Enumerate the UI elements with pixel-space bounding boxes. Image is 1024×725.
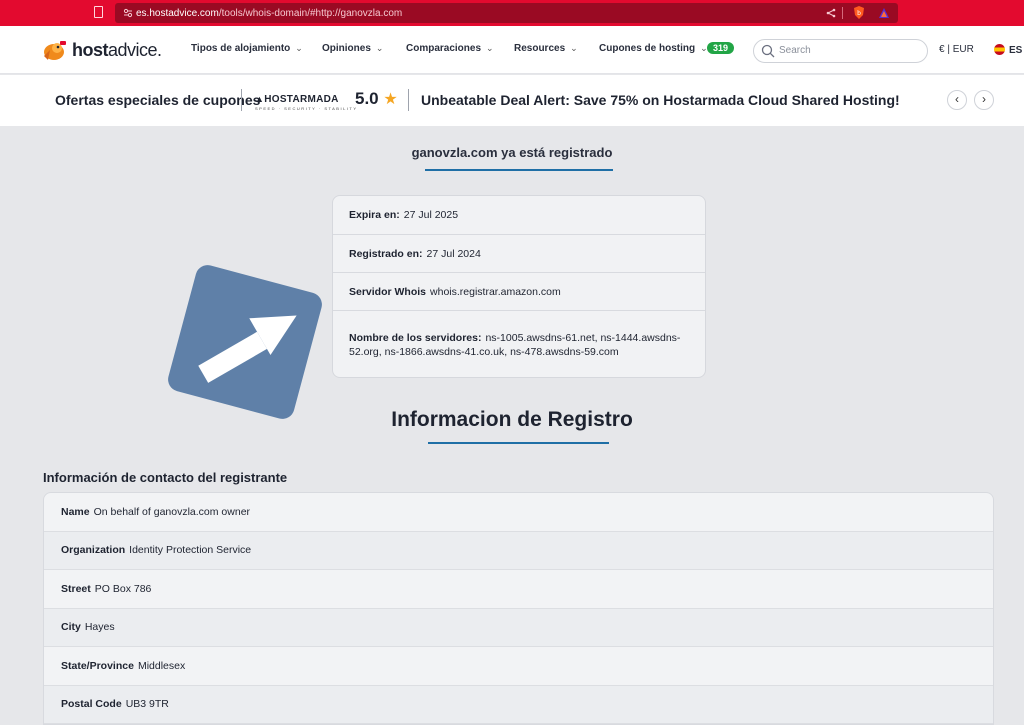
promo-prev-button[interactable]: ‹ xyxy=(947,90,967,110)
table-row: City Hayes xyxy=(44,608,993,647)
share-icon[interactable] xyxy=(826,8,836,18)
chevron-down-icon: ⌄ xyxy=(486,43,494,53)
nav-opiniones[interactable]: Opiniones ⌄ xyxy=(322,43,383,54)
heading-underline xyxy=(428,442,609,444)
promo-next-button[interactable]: › xyxy=(974,90,994,110)
expires-row: Expira en: 27 Jul 2025 xyxy=(333,196,705,235)
chevron-down-icon: ⌄ xyxy=(295,43,303,53)
star-icon: ★ xyxy=(383,91,398,108)
divider xyxy=(408,89,409,111)
whois-server-row: Servidor Whois whois.registrar.amazon.com xyxy=(333,273,705,311)
nav-cupones-hosting[interactable]: Cupones de hosting ⌄ xyxy=(599,43,708,54)
address-bar[interactable]: es.hostadvice.com/tools/whois-domain/#ht… xyxy=(115,3,898,23)
domain-registered-title: ganovzla.com ya está registrado xyxy=(411,145,613,160)
promo-rating: 5.0 ★ xyxy=(355,89,398,108)
title-underline xyxy=(425,169,613,171)
hostarmada-tagline: SPEED · SECURITY · STABILITY xyxy=(255,106,358,111)
logo-text: hostadvice. xyxy=(72,39,162,60)
bookmark-icon[interactable] xyxy=(94,6,103,18)
nameservers-row: Nombre de los servidores: ns-1005.awsdns-… xyxy=(349,331,681,358)
table-row: Street PO Box 786 xyxy=(44,570,993,609)
nav-tipos-alojamiento[interactable]: Tipos de alojamiento ⌄ xyxy=(191,43,303,54)
hostarmada-logo[interactable]: ▲HOSTARMADA SPEED · SECURITY · STABILITY xyxy=(255,94,358,111)
coupons-count-badge: 319 xyxy=(707,42,735,54)
promo-deal-text[interactable]: Unbeatable Deal Alert: Save 75% on Hosta… xyxy=(421,92,900,108)
registrant-contact-heading: Información de contacto del registrante xyxy=(43,470,288,485)
brave-rewards-icon[interactable] xyxy=(878,7,890,19)
search-placeholder: Search xyxy=(779,45,811,56)
logo-mark-icon xyxy=(44,41,66,60)
registered-row: Registrado en: 27 Jul 2024 xyxy=(333,235,705,273)
promo-title: Ofertas especiales de cupones xyxy=(55,92,261,108)
coupon-promo-bar: Ofertas especiales de cupones ▲HOSTARMAD… xyxy=(0,75,1024,126)
nav-resources[interactable]: Resources ⌄ xyxy=(514,43,578,54)
external-link-arrow-icon xyxy=(168,265,322,419)
language-selector[interactable]: ES xyxy=(994,44,1022,56)
browser-toolbar: es.hostadvice.com/tools/whois-domain/#ht… xyxy=(0,0,1024,26)
nav-comparaciones[interactable]: Comparaciones ⌄ xyxy=(406,43,494,54)
table-row: Organization Identity Protection Service xyxy=(44,531,993,570)
chevron-down-icon: ⌄ xyxy=(570,43,578,53)
hostadvice-logo[interactable]: hostadvice. xyxy=(42,38,162,62)
site-info-icon[interactable] xyxy=(123,8,133,18)
site-header: hostadvice. Tipos de alojamiento ⌄ Opinio… xyxy=(0,26,1024,74)
table-row: Name On behalf of ganovzla.com owner xyxy=(44,493,993,532)
divider xyxy=(241,89,242,111)
search-input[interactable]: Search xyxy=(753,39,928,63)
url-text: es.hostadvice.com/tools/whois-domain/#ht… xyxy=(136,7,403,19)
search-icon xyxy=(761,44,775,58)
hostarmada-crown-icon: ▲ xyxy=(255,94,265,104)
chevron-down-icon: ⌄ xyxy=(375,43,384,53)
separator xyxy=(842,7,843,19)
spain-flag-icon xyxy=(994,44,1005,55)
brave-shield-icon[interactable]: b xyxy=(853,6,865,19)
currency-selector[interactable]: € | EUR xyxy=(939,44,974,55)
svg-text:b: b xyxy=(857,10,861,17)
registrant-contact-table: Name On behalf of ganovzla.com owner Orga… xyxy=(43,492,994,725)
table-row: Postal Code UB3 9TR xyxy=(44,685,993,724)
table-row: State/Province Middlesex xyxy=(44,647,993,686)
registration-info-heading: Informacion de Registro xyxy=(391,408,633,431)
whois-summary-card: Expira en: 27 Jul 2025 Registrado en: 27 J… xyxy=(332,195,706,378)
